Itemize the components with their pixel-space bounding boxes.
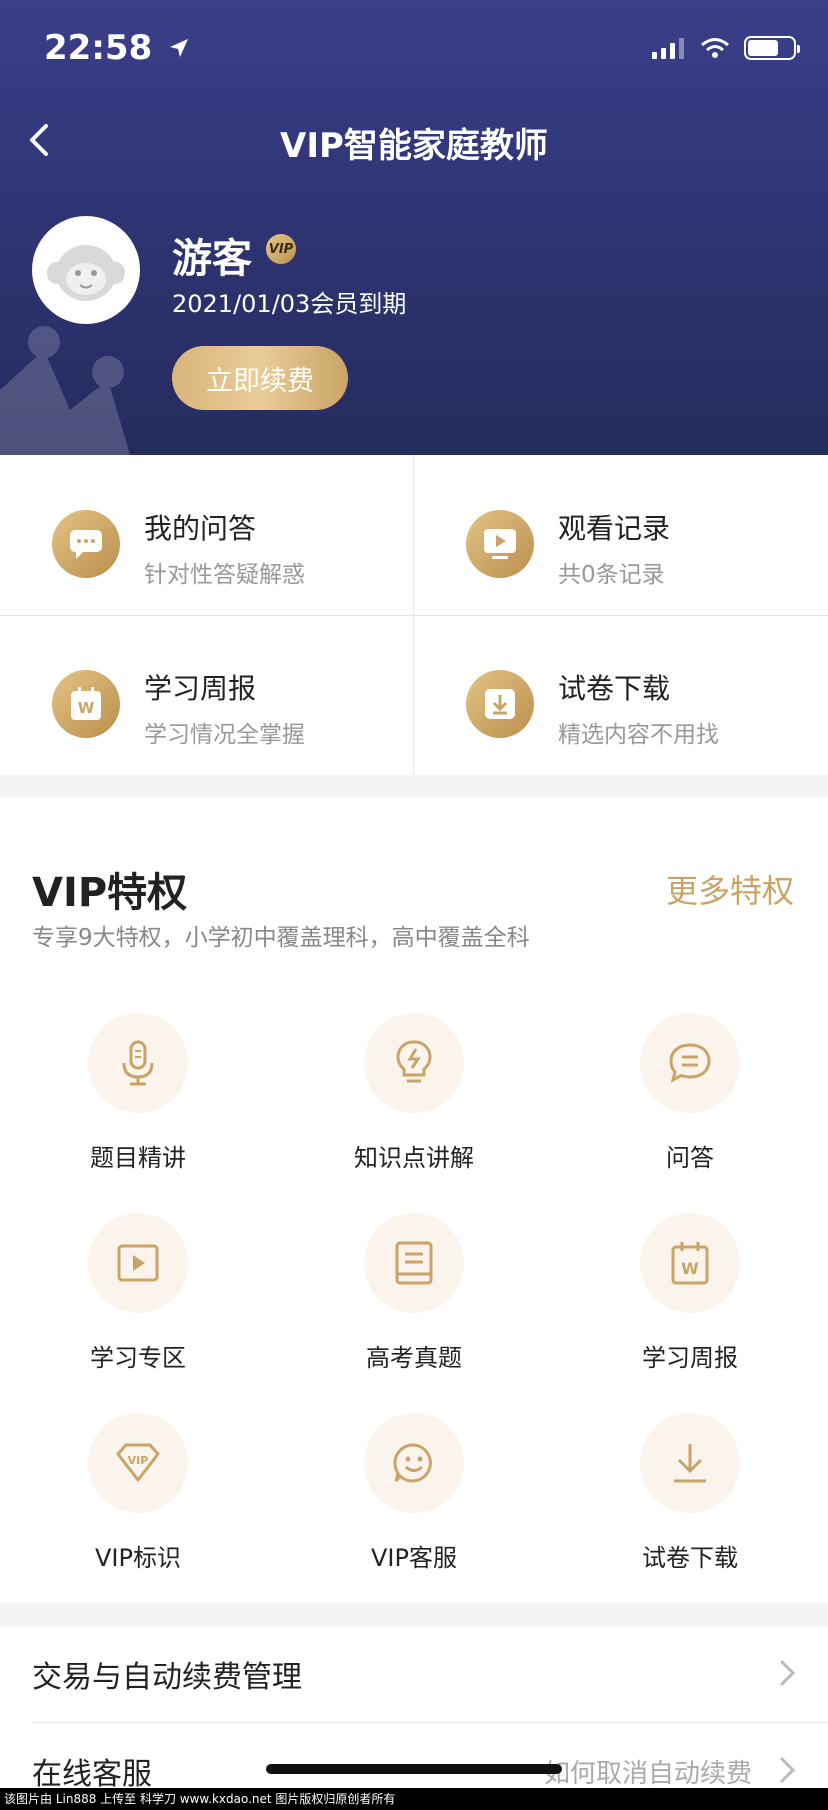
quick-item-subtitle: 精选内容不用找 [558, 722, 719, 748]
section-description: 专享9大特权，小学初中覆盖理科，高中覆盖全科 [32, 925, 530, 951]
quick-item-title: 我的问答 [144, 512, 257, 545]
avatar[interactable] [32, 216, 140, 324]
download-icon [466, 670, 534, 738]
privilege-label: 问答 [666, 1144, 714, 1172]
chevron-right-icon [779, 1659, 796, 1687]
quick-item-my-qa[interactable]: 我的问答 针对性答疑解惑 [0, 455, 414, 615]
chevron-right-icon [779, 1756, 796, 1784]
privilege-item[interactable]: 知识点讲解 [276, 1013, 552, 1213]
list-item-hint: 如何取消自动续费 [543, 1759, 752, 1789]
signal-icon [652, 38, 684, 59]
monkey-avatar-icon [47, 245, 125, 301]
vip-badge: VIP [266, 234, 296, 264]
battery-icon [744, 36, 800, 60]
vip-privileges-section: VIP特权 更多特权 专享9大特权，小学初中覆盖理科，高中覆盖全科 题目精讲 知… [0, 798, 828, 1603]
wifi-icon [701, 38, 729, 58]
privilege-label: 学习周报 [642, 1344, 738, 1372]
quick-item-title: 试卷下载 [558, 672, 671, 705]
list-item-auto-renew-management[interactable]: 交易与自动续费管理 [0, 1626, 828, 1723]
status-icons [652, 36, 800, 60]
microphone-icon [88, 1013, 188, 1113]
user-name: 游客 [172, 236, 252, 282]
svg-text:W: W [681, 1259, 699, 1278]
smile-chat-icon [364, 1413, 464, 1513]
privilege-label: 学习专区 [90, 1344, 186, 1372]
privilege-item[interactable]: 题目精讲 [0, 1013, 276, 1213]
quick-item-subtitle: 学习情况全掌握 [144, 722, 305, 748]
calendar-w-icon: W [640, 1213, 740, 1313]
privilege-label: 知识点讲解 [354, 1144, 474, 1172]
privilege-label: 试卷下载 [642, 1544, 738, 1572]
privilege-item[interactable]: VIP客服 [276, 1413, 552, 1613]
crown-decoration-icon [0, 326, 130, 455]
home-indicator[interactable] [266, 1764, 562, 1774]
privilege-item[interactable]: 高考真题 [276, 1213, 552, 1413]
status-time: 22:58 [44, 28, 190, 68]
privilege-label: VIP标识 [95, 1544, 181, 1572]
privilege-label: VIP客服 [371, 1544, 457, 1572]
quick-item-subtitle: 共0条记录 [558, 562, 665, 588]
quick-item-watch-history[interactable]: 观看记录 共0条记录 [414, 455, 828, 615]
book-icon [364, 1213, 464, 1313]
settings-list: 交易与自动续费管理 在线客服 如何取消自动续费 [0, 1626, 828, 1810]
calendar-w-icon: W [52, 670, 120, 738]
vip-diamond-icon: VIP [88, 1413, 188, 1513]
privilege-item[interactable]: 问答 [552, 1013, 828, 1213]
list-item-label: 在线客服 [32, 1757, 152, 1792]
section-title: VIP特权 [32, 870, 188, 916]
quick-item-title: 观看记录 [558, 512, 671, 545]
message-icon [640, 1013, 740, 1113]
video-icon [88, 1213, 188, 1313]
quick-item-weekly-report[interactable]: W 学习周报 学习情况全掌握 [0, 615, 414, 775]
quick-item-subtitle: 针对性答疑解惑 [144, 562, 305, 588]
privilege-label: 高考真题 [366, 1344, 462, 1372]
privilege-label: 题目精讲 [90, 1144, 186, 1172]
membership-expire-text: 2021/01/03会员到期 [172, 290, 407, 318]
svg-text:W: W [78, 699, 95, 717]
quick-item-paper-download[interactable]: 试卷下载 精选内容不用找 [414, 615, 828, 775]
quick-item-title: 学习周报 [144, 672, 257, 705]
quick-actions-grid: 我的问答 针对性答疑解惑 观看记录 共0条记录 W 学习周报 学习情况全掌握 试… [0, 455, 828, 775]
list-item-label: 交易与自动续费管理 [32, 1660, 302, 1695]
svg-text:VIP: VIP [128, 1454, 149, 1467]
header: 22:58 VIP智能家庭教师 游客 VIP 2021/01/03会员到期 立即… [0, 0, 828, 455]
chat-icon [52, 510, 120, 578]
lightbulb-icon [364, 1013, 464, 1113]
privilege-item[interactable]: VIP VIP标识 [0, 1413, 276, 1613]
privilege-item[interactable]: 试卷下载 [552, 1413, 828, 1613]
more-privileges-link[interactable]: 更多特权 [666, 866, 794, 912]
privilege-item[interactable]: 学习专区 [0, 1213, 276, 1413]
page-title: VIP智能家庭教师 [280, 126, 548, 166]
download-icon [640, 1413, 740, 1513]
location-arrow-icon [170, 39, 189, 57]
privilege-item[interactable]: W 学习周报 [552, 1213, 828, 1413]
tv-play-icon [466, 510, 534, 578]
renew-button[interactable]: 立即续费 [172, 346, 348, 410]
watermark-text: 该图片由 Lin888 上传至 科学刀 www.kxdao.net 图片版权归原… [0, 1788, 828, 1810]
